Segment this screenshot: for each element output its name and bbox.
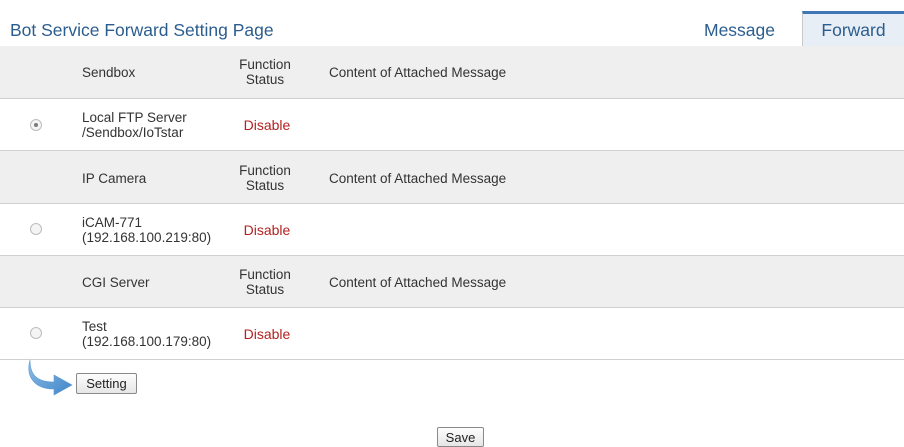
section-header-cgi-server: CGI Server Function Status Content of At… <box>0 256 904 308</box>
status-value: Disable <box>243 326 291 342</box>
function-label: Function <box>239 267 291 282</box>
item-name-line: (192.168.100.219:80) <box>82 230 212 245</box>
content-header: Content of Attached Message <box>329 171 507 186</box>
item-name-line: Local FTP Server <box>82 110 187 125</box>
item-name: Local FTP Server /Sendbox/IoTstar <box>82 110 187 140</box>
section-name: CGI Server <box>82 275 150 290</box>
table-row: Local FTP Server /Sendbox/IoTstar Disabl… <box>0 99 904 151</box>
item-name-line: (192.168.100.179:80) <box>82 334 212 349</box>
function-status-header: Function Status <box>236 163 294 193</box>
item-name-line: /Sendbox/IoTstar <box>82 125 184 140</box>
select-radio[interactable] <box>30 119 42 131</box>
item-name: iCAM-771 (192.168.100.219:80) <box>82 215 211 245</box>
page-header: Bot Service Forward Setting Page Message… <box>0 0 904 47</box>
function-label: Function <box>239 163 291 178</box>
setting-button[interactable]: Setting <box>76 373 137 394</box>
content-header: Content of Attached Message <box>329 275 507 290</box>
item-name: Test (192.168.100.179:80) <box>82 319 211 349</box>
function-label: Function <box>239 57 291 72</box>
function-status-header: Function Status <box>236 267 294 297</box>
curved-arrow-icon <box>28 359 73 396</box>
section-header-ip-camera: IP Camera Function Status Content of Att… <box>0 151 904 204</box>
status-label: Status <box>245 178 285 193</box>
table-row: Test (192.168.100.179:80) Disable <box>0 308 904 360</box>
status-value: Disable <box>243 117 291 133</box>
select-radio[interactable] <box>30 223 42 235</box>
status-label: Status <box>245 282 285 297</box>
table-row: iCAM-771 (192.168.100.219:80) Disable <box>0 204 904 256</box>
section-name: IP Camera <box>82 171 147 186</box>
save-button[interactable]: Save <box>437 427 484 447</box>
item-name-line: iCAM-771 <box>82 215 143 230</box>
status-value: Disable <box>243 222 291 238</box>
page-title: Bot Service Forward Setting Page <box>10 20 274 40</box>
content-header: Content of Attached Message <box>329 65 507 80</box>
item-name-line: Test <box>82 319 107 334</box>
tab-message[interactable]: Message <box>704 20 775 41</box>
function-status-header: Function Status <box>236 57 294 87</box>
status-label: Status <box>245 72 285 87</box>
section-header-sendbox: Sendbox Function Status Content of Attac… <box>0 46 904 99</box>
select-radio[interactable] <box>30 327 42 339</box>
section-name: Sendbox <box>82 65 136 80</box>
tab-forward[interactable]: Forward <box>802 11 904 46</box>
